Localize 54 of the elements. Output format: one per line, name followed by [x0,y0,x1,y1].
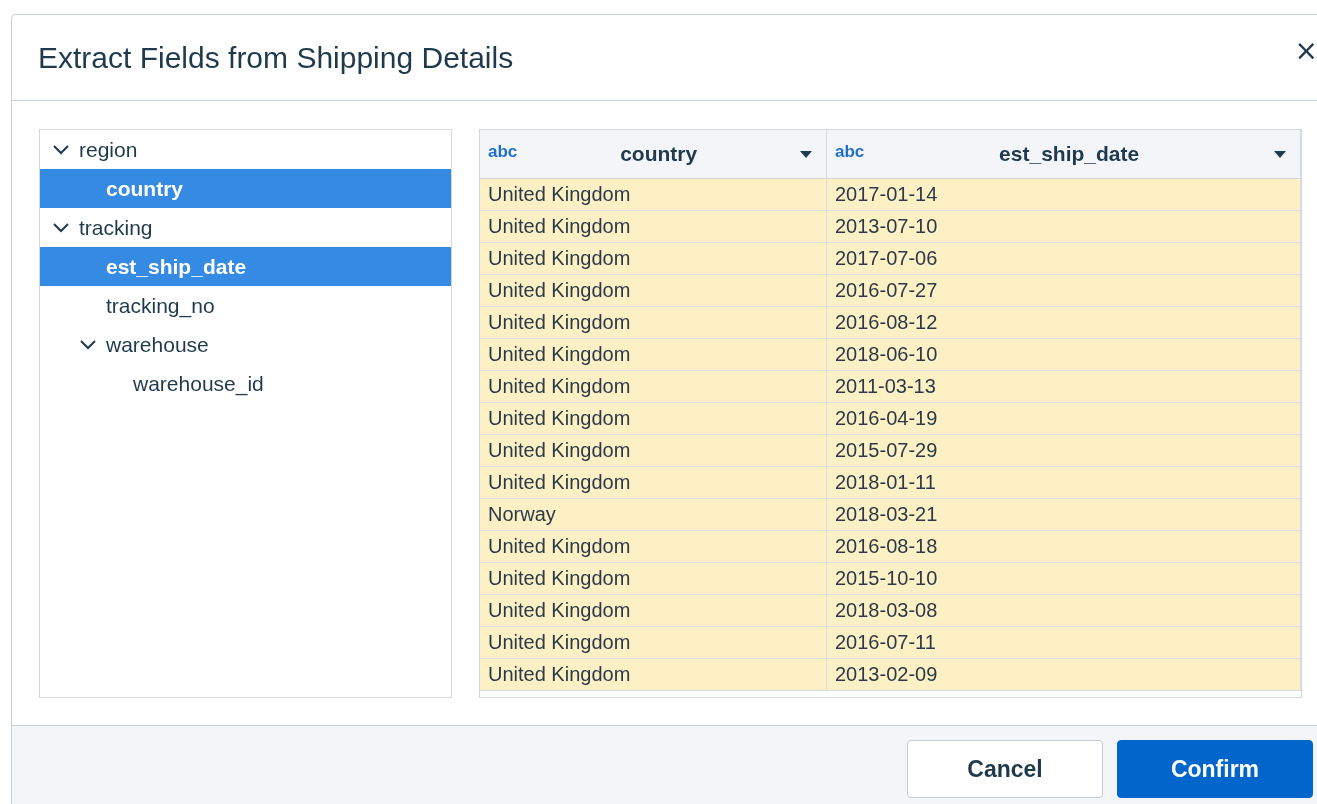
close-button[interactable]: × [1294,37,1317,65]
column-header[interactable]: abc country [480,130,827,179]
table-cell: 2016-07-11 [827,627,1301,659]
table-cell: United Kingdom [480,339,827,371]
table-cell: United Kingdom [480,435,827,467]
table-cell: United Kingdom [480,563,827,595]
table-cell: 2013-07-10 [827,211,1301,243]
table-cell: United Kingdom [480,403,827,435]
column-name: country [619,142,699,166]
dialog-title: Extract Fields from Shipping Details [38,40,514,75]
tree-item[interactable]: tracking [40,208,451,247]
caret-icon[interactable] [800,150,812,158]
confirm-button[interactable]: Confirm [1117,740,1313,798]
table-cell: 2011-03-13 [827,371,1301,403]
type-tag: abc [488,142,518,162]
table-cell: United Kingdom [480,659,827,691]
table-cell: United Kingdom [480,595,827,627]
table-cell: 2017-07-06 [827,243,1301,275]
table-cell: United Kingdom [480,467,827,499]
table-cell: 2016-04-19 [827,403,1301,435]
table-cell: United Kingdom [480,627,827,659]
table-cell: 2013-02-09 [827,659,1301,691]
table-cell: United Kingdom [480,211,827,243]
column-name: est_ship_date [998,142,1141,166]
tree-item[interactable]: warehouse_id [40,364,451,403]
table-cell: 2016-08-18 [827,531,1301,563]
table-cell: United Kingdom [480,179,827,211]
table-cell: Norway [480,499,827,531]
caret-icon[interactable] [1274,150,1286,158]
table-cell: 2017-01-14 [827,179,1301,211]
chevron-down-icon[interactable] [52,143,70,156]
table-cell: 2015-10-10 [827,563,1301,595]
table-cell: 2018-03-08 [827,595,1301,627]
type-tag: abc [835,142,865,162]
table-cell: United Kingdom [480,275,827,307]
tree-item[interactable]: country [40,169,451,208]
table-cell: 2018-06-10 [827,339,1301,371]
table-cell: 2018-03-21 [827,499,1301,531]
table-cell: United Kingdom [480,371,827,403]
column-header[interactable]: abc est_ship_date [827,130,1301,179]
chevron-down-icon[interactable] [79,338,97,351]
table-cell: United Kingdom [480,307,827,339]
table-cell: 2018-01-11 [827,467,1301,499]
table-cell: United Kingdom [480,531,827,563]
tree-item[interactable]: tracking_no [40,286,451,325]
tree-item[interactable]: region [40,130,451,169]
table-cell: United Kingdom [480,243,827,275]
tree-item[interactable]: est_ship_date [40,247,451,286]
table-cell: 2015-07-29 [827,435,1301,467]
chevron-down-icon[interactable] [52,221,70,234]
table-cell: 2016-08-12 [827,307,1301,339]
cancel-button[interactable]: Cancel [907,740,1103,798]
table-cell: 2016-07-27 [827,275,1301,307]
tree-item[interactable]: warehouse [40,325,451,364]
